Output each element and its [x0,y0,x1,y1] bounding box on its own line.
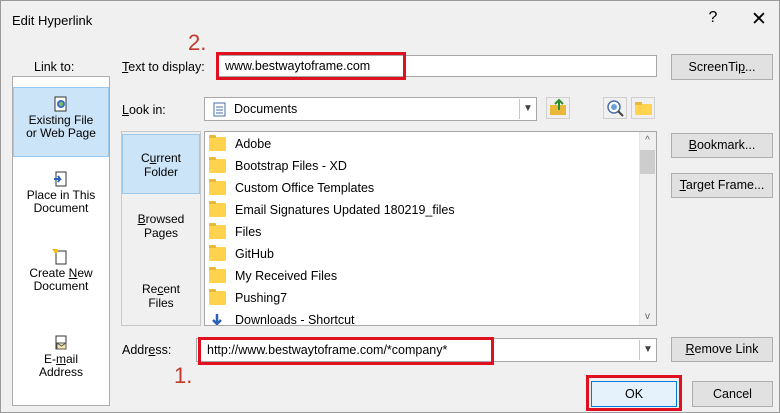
documents-icon [213,102,227,120]
address-value: http://www.bestwaytoframe.com/*company* [207,343,448,357]
list-item-label: Pushing7 [235,291,288,305]
dialog-title: Edit Hyperlink [12,13,93,28]
address-chevron-down-icon[interactable]: ▼ [639,340,656,360]
browse-subnav: Current Folder Browsed Pages Recent File… [121,131,201,326]
scroll-down-icon[interactable]: v [639,308,656,325]
list-item[interactable]: My Received Files [209,266,629,286]
help-button[interactable]: ? [703,9,723,31]
folder-icon [209,267,226,283]
list-item-label: My Received Files [235,269,338,283]
link-to-label: Link to: [34,60,75,74]
current-folder-line2: Folder [143,165,178,179]
list-item-label: Bootstrap Files - XD [235,159,347,173]
list-item[interactable]: Custom Office Templates [209,178,629,198]
target-frame-button[interactable]: Target Frame... [671,173,773,198]
up-folder-button[interactable] [546,97,570,119]
existing-file-icon [52,96,70,112]
folder-icon [209,157,226,173]
list-item[interactable]: GitHub [209,244,629,264]
list-item-label: Custom Office Templates [235,181,375,195]
create-new-document-icon [52,247,70,265]
email-address-label-b: Address [38,365,84,379]
list-item-label: GitHub [235,247,274,261]
look-in-value: Documents [234,102,298,116]
ok-button[interactable]: OK [591,381,677,407]
folder-icon [209,201,226,217]
link-to-create-new-document[interactable]: Create New Document [13,247,109,305]
create-new-document-label-a: Create New [29,266,93,280]
file-list: Adobe Bootstrap Files - XD Custom Office… [204,131,657,326]
list-item-label: Downloads - Shortcut [235,313,355,326]
recent-files-line2: Files [148,296,174,310]
list-item[interactable]: Downloads - Shortcut [209,310,629,326]
email-address-icon [52,335,70,351]
remove-link-button[interactable]: Remove Link [671,337,773,362]
scrollbar-thumb[interactable] [640,150,655,174]
list-item-label: Files [235,225,262,239]
cancel-button[interactable]: Cancel [692,381,773,407]
list-item-label: Email Signatures Updated 180219_files [235,203,455,217]
subnav-recent-files[interactable]: Recent Files [122,282,200,322]
link-to-panel: Existing File or Web Page Place in This … [12,76,110,406]
browse-file-button[interactable] [631,97,655,119]
list-item-label: Adobe [235,137,272,151]
link-to-existing-file[interactable]: Existing File or Web Page [13,87,109,157]
shortcut-download-icon [209,314,226,325]
screentip-button[interactable]: ScreenTip... [671,54,773,80]
look-in-dropdown[interactable]: Documents ▼ [204,97,537,121]
browse-web-button[interactable] [603,97,627,119]
list-item[interactable]: Email Signatures Updated 180219_files [209,200,629,220]
text-to-display-value: www.bestwaytoframe.com [225,59,371,73]
scroll-up-icon[interactable]: ^ [639,132,656,149]
email-address-label-a: E-mail [43,352,78,366]
existing-file-label-a: Existing File [28,113,94,127]
file-list-scrollbar[interactable]: ^ v [639,132,656,325]
address-label: Address: [122,343,172,357]
place-in-document-icon [52,171,70,187]
link-to-email-address[interactable]: E-mail Address [13,335,109,391]
place-in-document-label-b: Document [33,201,89,215]
text-to-display-label: Text to display: [122,60,205,74]
look-in-chevron-down-icon[interactable]: ▼ [519,99,536,119]
annotation-step-1: 1. [174,363,193,388]
folder-icon [209,289,226,305]
browsed-pages-line2: Pages [143,226,179,240]
list-item[interactable]: Pushing7 [209,288,629,308]
list-item[interactable]: Bootstrap Files - XD [209,156,629,176]
annotation-step-2: 2. [188,30,207,55]
folder-icon [209,135,226,151]
current-folder-line1: Current [140,151,182,165]
folder-icon [209,179,226,195]
folder-icon [209,245,226,261]
browsed-pages-line1: Browsed [137,212,185,226]
list-item[interactable]: Files [209,222,629,242]
folder-icon [209,223,226,239]
look-in-label: Look in: [122,103,166,117]
list-item[interactable]: Adobe [209,134,629,154]
subnav-browsed-pages[interactable]: Browsed Pages [122,212,200,252]
close-button[interactable]: ✕ [748,8,770,30]
recent-files-line1: Recent [141,282,181,296]
subnav-current-folder[interactable]: Current Folder [122,134,200,194]
bookmark-button[interactable]: Bookmark... [671,133,773,158]
existing-file-label-b: or Web Page [26,126,96,140]
place-in-document-label-a: Place in This [26,188,96,202]
create-new-document-label-b: Document [33,279,89,293]
link-to-place-in-document[interactable]: Place in This Document [13,171,109,227]
